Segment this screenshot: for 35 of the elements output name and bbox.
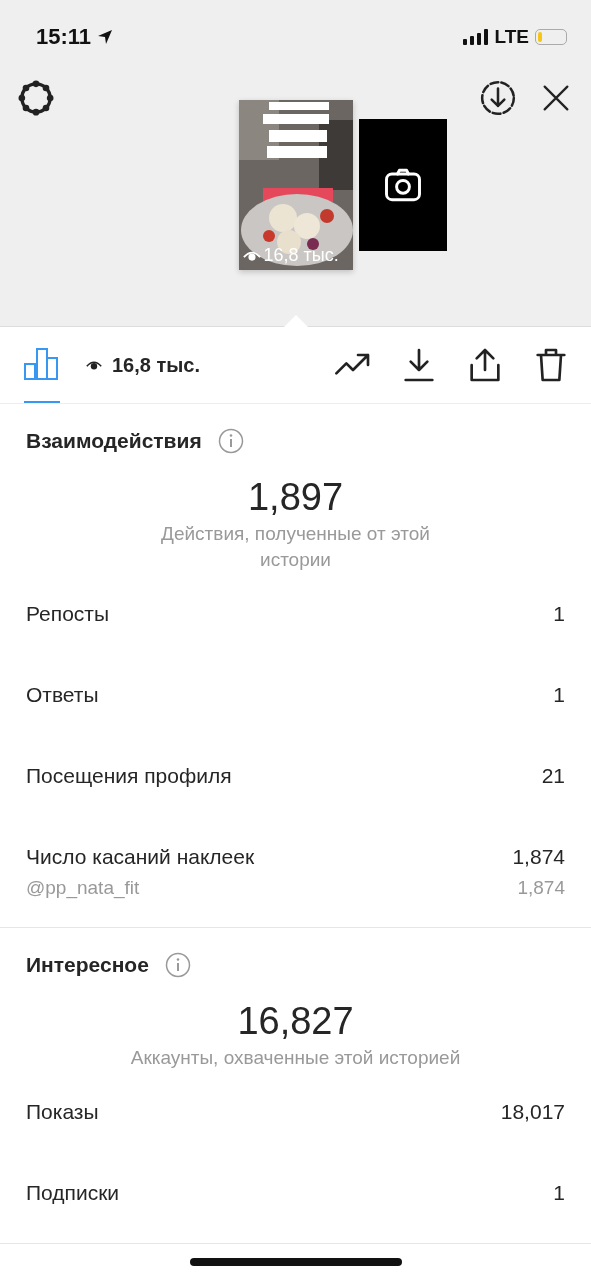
clock: 15:11 <box>36 24 92 50</box>
total-value: 16,827 <box>236 1000 355 1043</box>
total-caption: Аккаунты, охваченные этой историей <box>130 1046 461 1070</box>
metric-label: Показы <box>26 1099 99 1124</box>
section-title: Взаимодействия <box>26 429 202 453</box>
location-icon <box>97 29 114 45</box>
metric-value: 18,017 <box>500 1099 565 1124</box>
metric-value: 21 <box>541 763 565 788</box>
info-icon[interactable] <box>217 428 244 454</box>
metric-label: Ответы <box>26 682 99 707</box>
metric-value: 1 <box>553 682 565 707</box>
section-title: Интересное <box>26 953 149 977</box>
view-count: 16,8 тыс. <box>263 245 339 266</box>
settings-icon[interactable] <box>16 78 56 118</box>
metric-value: 1 <box>553 1180 565 1205</box>
total-value: 1,897 <box>246 476 345 519</box>
metric-value: 1,874 <box>512 844 565 869</box>
info-icon[interactable] <box>164 952 191 978</box>
metric-label: @pp_nata_fit <box>26 877 140 899</box>
metric-value: 1,874 <box>517 877 565 899</box>
metric-value: 1 <box>553 601 565 626</box>
pointer-notch <box>284 315 308 327</box>
view-count: 16,8 тыс. <box>112 353 201 377</box>
battery-icon <box>535 29 567 45</box>
camera-tile[interactable] <box>358 119 447 251</box>
eye-icon <box>86 359 102 371</box>
metric-label: Посещения профиля <box>26 763 232 788</box>
metric-label: Подписки <box>26 1180 120 1205</box>
network-type: LTE <box>494 26 529 48</box>
total-caption: Действия, полученные от этой истории <box>160 522 431 572</box>
signal-icon <box>462 29 489 45</box>
metric-label: Репосты <box>26 601 110 626</box>
metric-label: Число касаний наклеек <box>26 844 255 869</box>
eye-icon <box>242 249 261 262</box>
download-circle-icon[interactable] <box>479 79 517 117</box>
